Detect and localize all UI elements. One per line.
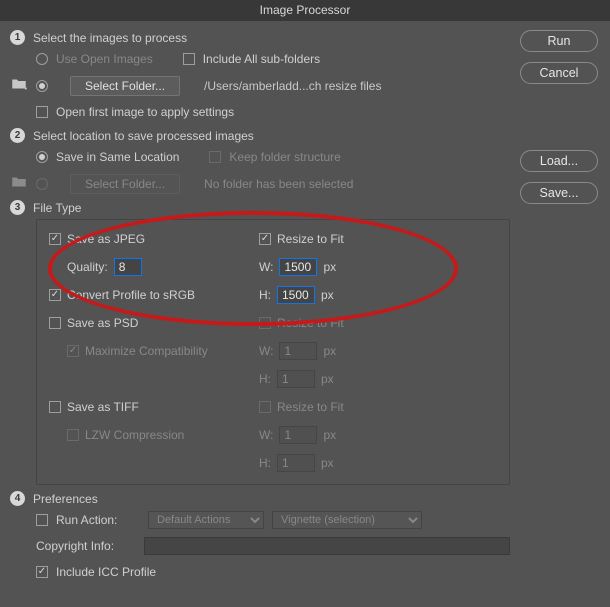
- psd-w-px: px: [323, 344, 336, 358]
- step-2-heading: Select location to save processed images: [33, 129, 254, 143]
- copyright-label: Copyright Info:: [36, 539, 136, 553]
- selected-folder-path: /Users/amberladd...ch resize files: [204, 79, 381, 93]
- jpeg-resize-checkbox[interactable]: ✓: [259, 233, 271, 245]
- include-icc-checkbox[interactable]: ✓: [36, 566, 48, 578]
- convert-srgb-label: Convert Profile to sRGB: [67, 288, 195, 302]
- jpeg-w-label: W:: [259, 260, 273, 274]
- save-tiff-label: Save as TIFF: [67, 400, 139, 414]
- load-button[interactable]: Load...: [520, 150, 598, 172]
- tiff-width-input: [279, 426, 317, 444]
- step-4-badge: 4: [10, 491, 25, 506]
- jpeg-height-input[interactable]: [277, 286, 315, 304]
- psd-w-label: W:: [259, 344, 273, 358]
- select-folder-button-2: Select Folder...: [70, 174, 180, 194]
- open-first-image-label: Open first image to apply settings: [56, 105, 234, 119]
- save-tiff-checkbox[interactable]: [49, 401, 61, 413]
- psd-h-label: H:: [259, 372, 271, 386]
- include-icc-label: Include ICC Profile: [56, 565, 156, 579]
- tiff-h-px: px: [321, 456, 334, 470]
- select-folder-button-1[interactable]: Select Folder...: [70, 76, 180, 96]
- window-title: Image Processor: [0, 0, 610, 21]
- folder-save-icon: [10, 173, 28, 194]
- keep-folder-structure-label: Keep folder structure: [229, 150, 340, 164]
- lzw-checkbox: [67, 429, 79, 441]
- save-jpeg-checkbox[interactable]: ✓: [49, 233, 61, 245]
- tiff-resize-label: Resize to Fit: [277, 400, 344, 414]
- action-select: Vignette (selection): [272, 511, 422, 529]
- jpeg-resize-label: Resize to Fit: [277, 232, 344, 246]
- save-psd-label: Save as PSD: [67, 316, 138, 330]
- folder-arrow-icon[interactable]: [10, 75, 28, 96]
- step-1-badge: 1: [10, 30, 25, 45]
- step-2-badge: 2: [10, 128, 25, 143]
- include-subfolders-label: Include All sub-folders: [203, 52, 320, 66]
- include-subfolders-checkbox[interactable]: [183, 53, 195, 65]
- save-button[interactable]: Save...: [520, 182, 598, 204]
- save-same-location-label: Save in Same Location: [56, 150, 179, 164]
- save-jpeg-label: Save as JPEG: [67, 232, 145, 246]
- convert-srgb-checkbox[interactable]: ✓: [49, 289, 61, 301]
- step-3-heading: File Type: [33, 201, 81, 215]
- run-action-label: Run Action:: [56, 513, 140, 527]
- file-type-box: ✓ Save as JPEG ✓ Resize to Fit Quality: …: [36, 219, 510, 485]
- step-3-badge: 3: [10, 200, 25, 215]
- tiff-w-px: px: [323, 428, 336, 442]
- no-folder-text: No folder has been selected: [204, 177, 353, 191]
- select-folder-radio[interactable]: [36, 80, 48, 92]
- step-4-heading: Preferences: [33, 492, 98, 506]
- open-first-image-checkbox[interactable]: [36, 106, 48, 118]
- psd-h-px: px: [321, 372, 334, 386]
- quality-input[interactable]: [114, 258, 142, 276]
- jpeg-w-px: px: [323, 260, 336, 274]
- save-psd-checkbox[interactable]: [49, 317, 61, 329]
- select-output-folder-radio[interactable]: [36, 178, 48, 190]
- cancel-button[interactable]: Cancel: [520, 62, 598, 84]
- psd-resize-label: Resize to Fit: [277, 316, 344, 330]
- psd-resize-checkbox: [259, 317, 271, 329]
- jpeg-h-label: H:: [259, 288, 271, 302]
- keep-folder-structure-checkbox: [209, 151, 221, 163]
- run-button[interactable]: Run: [520, 30, 598, 52]
- save-same-location-radio[interactable]: [36, 151, 48, 163]
- use-open-images-label: Use Open Images: [56, 52, 153, 66]
- tiff-w-label: W:: [259, 428, 273, 442]
- copyright-input[interactable]: [144, 537, 510, 555]
- run-action-checkbox[interactable]: [36, 514, 48, 526]
- lzw-label: LZW Compression: [85, 428, 184, 442]
- jpeg-width-input[interactable]: [279, 258, 317, 276]
- max-compat-checkbox: ✓: [67, 345, 79, 357]
- jpeg-h-px: px: [321, 288, 334, 302]
- use-open-images-radio: [36, 53, 48, 65]
- quality-label: Quality:: [67, 260, 108, 274]
- psd-height-input: [277, 370, 315, 388]
- max-compat-label: Maximize Compatibility: [85, 344, 208, 358]
- action-set-select: Default Actions: [148, 511, 264, 529]
- tiff-h-label: H:: [259, 456, 271, 470]
- tiff-resize-checkbox: [259, 401, 271, 413]
- psd-width-input: [279, 342, 317, 360]
- step-1-heading: Select the images to process: [33, 31, 187, 45]
- tiff-height-input: [277, 454, 315, 472]
